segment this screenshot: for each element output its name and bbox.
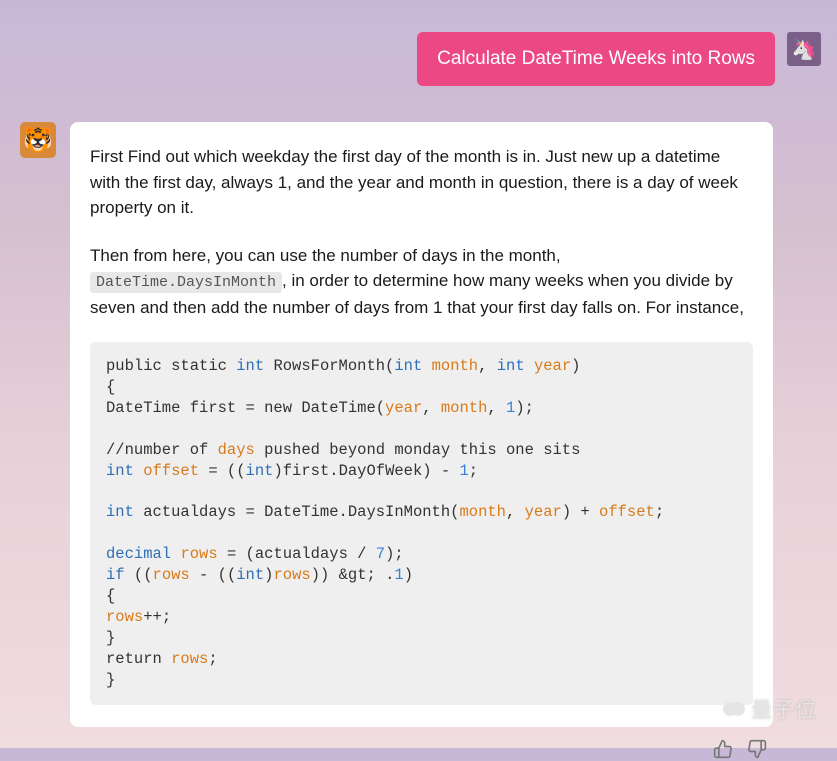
user-message-text: Calculate DateTime Weeks into Rows xyxy=(437,48,755,69)
assistant-paragraph-1: First Find out which weekday the first d… xyxy=(90,144,753,221)
assistant-avatar-icon: 🐯 xyxy=(23,126,53,155)
assistant-paragraph-2: Then from here, you can use the number o… xyxy=(90,243,753,321)
thumbs-down-button[interactable] xyxy=(745,737,769,761)
user-avatar[interactable]: 🦄 xyxy=(787,32,821,66)
watermark-icon xyxy=(723,702,745,716)
user-message-bubble: Calculate DateTime Weeks into Rows xyxy=(417,32,775,86)
assistant-message-bubble: First Find out which weekday the first d… xyxy=(70,122,773,727)
thumbs-up-icon xyxy=(713,739,733,759)
watermark: 量子位 xyxy=(723,694,817,724)
user-avatar-icon: 🦄 xyxy=(792,37,817,62)
user-message-row: Calculate DateTime Weeks into Rows 🦄 xyxy=(16,32,821,86)
inline-code: DateTime.DaysInMonth xyxy=(90,272,282,293)
feedback-row xyxy=(16,737,769,761)
assistant-message-row: 🐯 First Find out which weekday the first… xyxy=(16,122,821,727)
assistant-avatar[interactable]: 🐯 xyxy=(20,122,56,158)
thumbs-down-icon xyxy=(747,739,767,759)
code-block: public static int RowsForMonth(int month… xyxy=(90,342,753,705)
thumbs-up-button[interactable] xyxy=(711,737,735,761)
watermark-text: 量子位 xyxy=(751,694,817,724)
